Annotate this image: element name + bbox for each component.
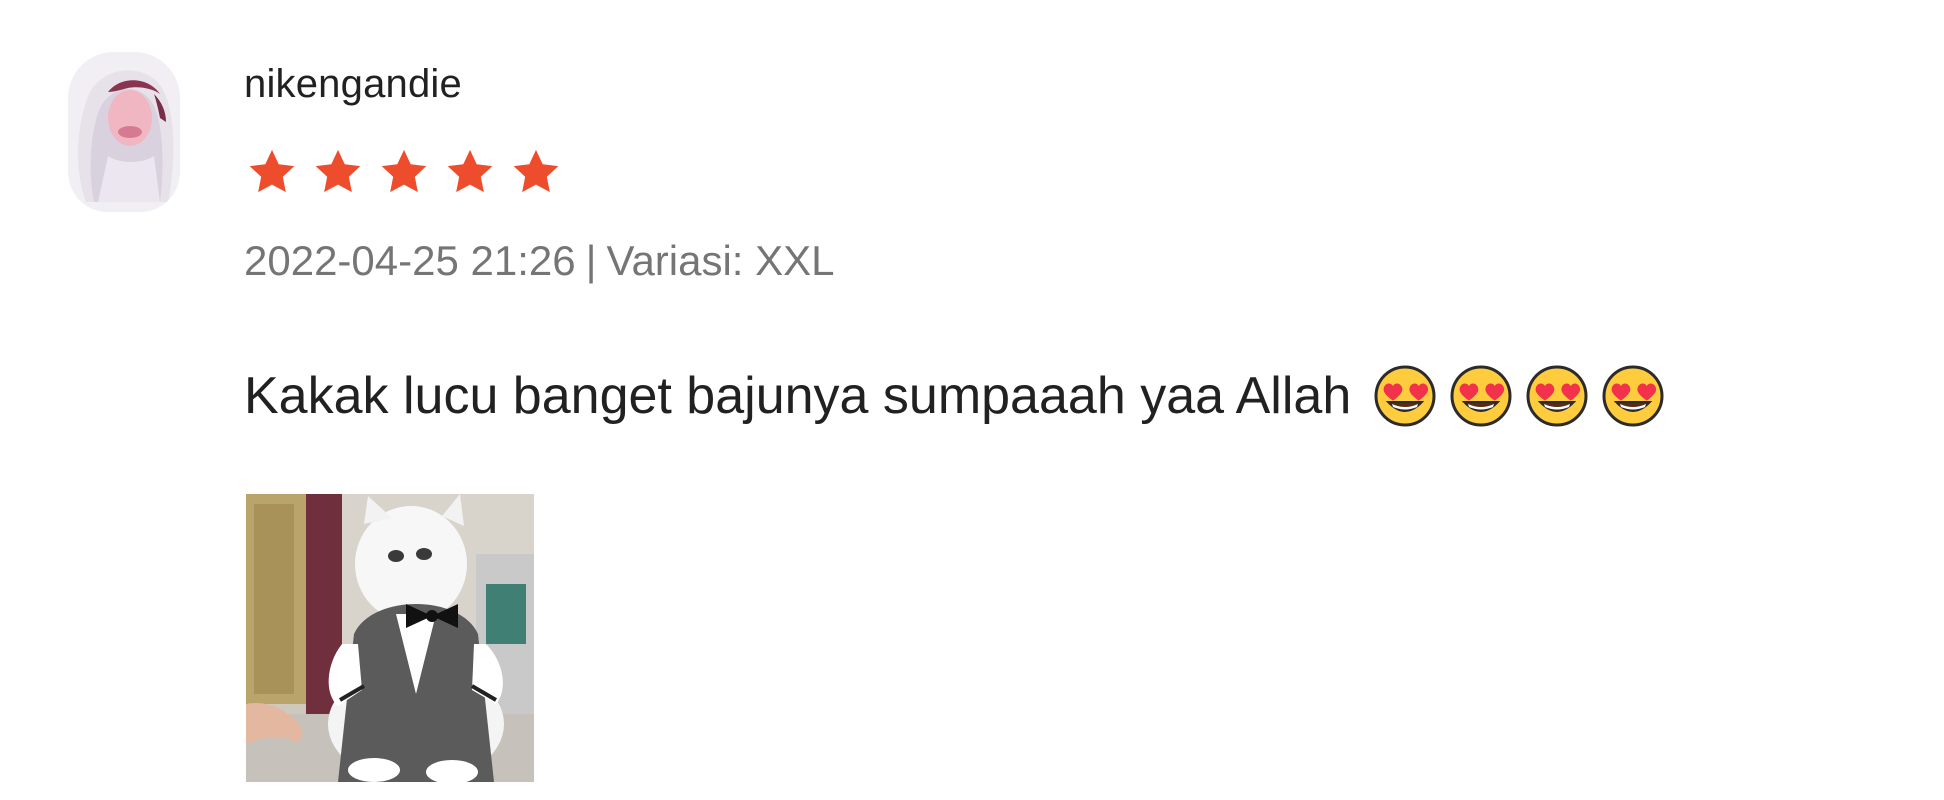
comment-emojis [1373, 364, 1665, 428]
review-timestamp: 2022-04-25 21:26 [244, 237, 576, 284]
review-variation: Variasi: XXL [606, 237, 835, 284]
smiling-face-with-heart-eyes-icon [1373, 364, 1437, 428]
star-icon [246, 146, 298, 198]
avatar-image [68, 52, 180, 212]
review-comment: Kakak lucu banget bajunya sumpaaah yaa A… [244, 360, 1665, 432]
avatar[interactable] [68, 52, 180, 212]
star-icon [444, 146, 496, 198]
review-photo-thumbnail[interactable] [246, 494, 534, 782]
star-rating [246, 146, 562, 202]
review-meta: 2022-04-25 21:26 | Variasi: XXL [244, 232, 835, 290]
meta-separator: | [585, 237, 597, 284]
smiling-face-with-heart-eyes-icon [1525, 364, 1589, 428]
star-icon [378, 146, 430, 198]
product-review: nikengandie 2022-04-25 21:26 | Variasi: XX… [0, 0, 1944, 800]
photo-cat-in-tuxedo [246, 494, 534, 782]
smiling-face-with-heart-eyes-icon [1601, 364, 1665, 428]
star-icon [510, 146, 562, 198]
review-comment-text: Kakak lucu banget bajunya sumpaaah yaa A… [244, 367, 1352, 425]
smiling-face-with-heart-eyes-icon [1449, 364, 1513, 428]
reviewer-username[interactable]: nikengandie [244, 56, 462, 112]
star-icon [312, 146, 364, 198]
